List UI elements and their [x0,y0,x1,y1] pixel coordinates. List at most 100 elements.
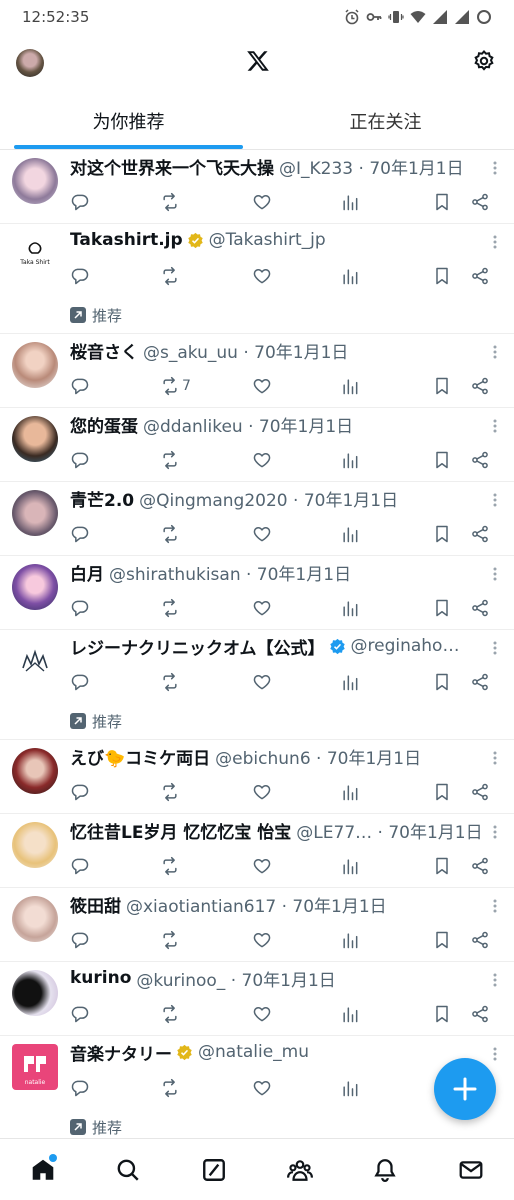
views-icon[interactable] [340,672,360,692]
like-icon[interactable] [252,672,272,692]
compose-post-button[interactable] [434,1058,496,1120]
more-options-icon[interactable] [492,972,498,988]
more-options-icon[interactable] [492,418,498,434]
views-icon[interactable] [340,930,360,950]
tweet-author-name[interactable]: えび🐤コミケ両日 [70,744,210,769]
profile-avatar[interactable] [16,49,44,77]
tweet-avatar[interactable]: Taka Shirt [12,232,58,278]
views-icon[interactable] [340,450,360,470]
like-icon[interactable] [252,598,272,618]
retweet-icon[interactable] [160,192,180,212]
views-icon[interactable] [340,856,360,876]
views-icon[interactable] [340,192,360,212]
like-icon[interactable] [252,376,272,396]
more-options-icon[interactable] [492,344,498,360]
retweet-icon[interactable] [160,672,180,692]
like-icon[interactable] [252,266,272,286]
views-icon[interactable] [340,1078,360,1098]
reply-icon[interactable] [70,930,90,950]
tweet-avatar[interactable] [12,638,58,684]
nav-notifications[interactable] [365,1150,405,1190]
tweet-author-name[interactable]: 青芒2.0 [70,486,134,511]
more-options-icon[interactable] [492,824,498,840]
share-icon[interactable] [470,856,490,876]
tweet-author-name[interactable]: kurino [70,968,131,988]
views-icon[interactable] [340,598,360,618]
reply-icon[interactable] [70,856,90,876]
views-icon[interactable] [340,266,360,286]
like-icon[interactable] [252,782,272,802]
share-icon[interactable] [470,524,490,544]
like-icon[interactable] [252,856,272,876]
retweet-icon[interactable]: 7 [160,376,191,396]
like-icon[interactable] [252,1078,272,1098]
tweet-row[interactable]: 白月 @shirathukisan · 70年1月1日 [0,556,514,630]
bookmark-icon[interactable] [432,856,452,876]
tweet-avatar[interactable] [12,564,58,610]
reply-icon[interactable] [70,376,90,396]
more-options-icon[interactable] [492,566,498,582]
tweet-author-name[interactable]: 对这个世界来一个飞天大操 [70,154,274,179]
like-icon[interactable] [252,192,272,212]
retweet-icon[interactable] [160,450,180,470]
reply-icon[interactable] [70,524,90,544]
tweet-row[interactable]: 您的蛋蛋 @ddanlikeu · 70年1月1日 [0,408,514,482]
nav-communities[interactable] [280,1150,320,1190]
tweet-row[interactable]: 对这个世界来一个飞天大操 @I_K233 · 70年1月1日 [0,150,514,224]
reply-icon[interactable] [70,782,90,802]
views-icon[interactable] [340,1004,360,1024]
share-icon[interactable] [470,192,490,212]
bookmark-icon[interactable] [432,376,452,396]
tweet-row[interactable]: kurino @kurinoo_ · 70年1月1日 [0,962,514,1036]
settings-gear-icon[interactable] [472,49,496,77]
tweet-row[interactable]: 青芒2.0 @Qingmang2020 · 70年1月1日 [0,482,514,556]
share-icon[interactable] [470,266,490,286]
like-icon[interactable] [252,1004,272,1024]
views-icon[interactable] [340,782,360,802]
retweet-icon[interactable] [160,782,180,802]
tweet-avatar[interactable] [12,896,58,942]
tweet-author-name[interactable]: 忆往昔LE岁月 忆忆忆宝 怡宝 [70,818,291,843]
tweet-author-name[interactable]: 白月 [70,560,104,585]
tweet-avatar[interactable]: natalie [12,1044,58,1090]
bookmark-icon[interactable] [432,266,452,286]
reply-icon[interactable] [70,450,90,470]
tab-for-you[interactable]: 为你推荐 [0,92,257,149]
tweet-author-name[interactable]: レジーナクリニックオム【公式】 [70,634,325,659]
retweet-icon[interactable] [160,524,180,544]
nav-search[interactable] [108,1150,148,1190]
like-icon[interactable] [252,450,272,470]
share-icon[interactable] [470,376,490,396]
share-icon[interactable] [470,450,490,470]
tab-following[interactable]: 正在关注 [257,92,514,149]
retweet-icon[interactable] [160,1078,180,1098]
tweet-author-name[interactable]: Takashirt.jp [70,230,183,250]
tweet-row[interactable]: 忆往昔LE岁月 忆忆忆宝 怡宝 @LE77… · 70年1月1日 [0,814,514,888]
bookmark-icon[interactable] [432,598,452,618]
tweet-row[interactable]: レジーナクリニックオム【公式】 @reginaho… 推荐 [0,630,514,740]
nav-messages[interactable] [451,1150,491,1190]
share-icon[interactable] [470,930,490,950]
tweet-author-name[interactable]: 筱田甜 [70,892,121,917]
tweet-avatar[interactable] [12,748,58,794]
tweet-avatar[interactable] [12,416,58,462]
tweet-row[interactable]: 筱田甜 @xiaotiantian617 · 70年1月1日 [0,888,514,962]
views-icon[interactable] [340,376,360,396]
tweet-author-name[interactable]: 桜音さく [70,338,138,363]
reply-icon[interactable] [70,598,90,618]
share-icon[interactable] [470,1004,490,1024]
bookmark-icon[interactable] [432,930,452,950]
bookmark-icon[interactable] [432,782,452,802]
tweet-author-name[interactable]: 您的蛋蛋 [70,412,138,437]
retweet-icon[interactable] [160,856,180,876]
reply-icon[interactable] [70,266,90,286]
bookmark-icon[interactable] [432,672,452,692]
tweet-avatar[interactable] [12,970,58,1016]
reply-icon[interactable] [70,192,90,212]
nav-grok[interactable] [194,1150,234,1190]
share-icon[interactable] [470,598,490,618]
reply-icon[interactable] [70,1004,90,1024]
share-icon[interactable] [470,782,490,802]
tweet-author-name[interactable]: 音楽ナタリー [70,1040,172,1065]
bookmark-icon[interactable] [432,524,452,544]
